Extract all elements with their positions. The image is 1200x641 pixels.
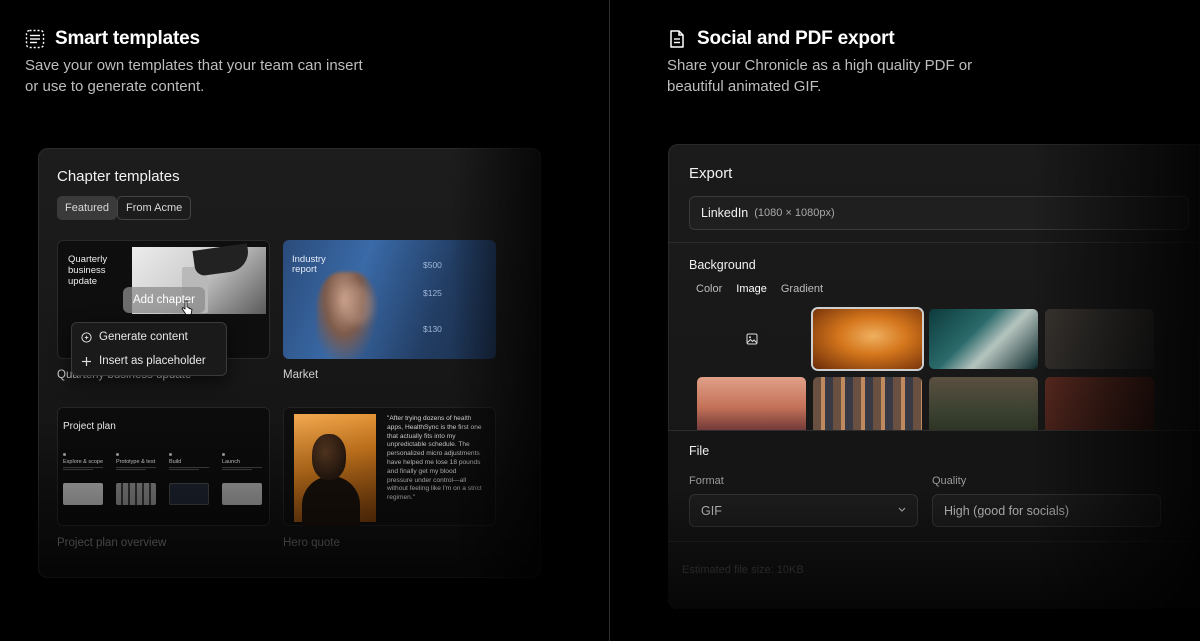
sparkle-icon [81,331,92,343]
hand-cursor-icon [181,300,193,315]
export-title: Export [689,165,733,182]
chip-featured[interactable]: Featured [57,196,118,220]
export-card: Export LinkedIn (1080 × 1080px) Backgrou… [668,144,1200,609]
upload-image-tile[interactable] [697,309,806,369]
export-heading: Social and PDF export [697,28,895,49]
panel-divider [609,0,610,641]
card-title: Chapter templates [57,168,180,185]
template-label-project-plan: Project plan overview [57,537,167,549]
divider [668,242,1200,243]
menu-item-generate-content[interactable]: Generate content [81,331,188,343]
chip-from-acme[interactable]: From Acme [117,196,192,220]
bg-image-teal[interactable] [929,309,1038,369]
image-upload-icon [746,333,757,345]
chevron-down-icon [898,507,906,512]
template-hero-quote[interactable]: "After trying dozens of health apps, Hea… [283,407,496,526]
template-label-market: Market [283,369,319,381]
bg-image-red[interactable] [1045,377,1154,437]
tab-image[interactable]: Image [729,283,774,295]
template-label-hero-quote: Hero quote [283,537,340,549]
menu-item-insert-placeholder[interactable]: Insert as placeholder [81,355,206,367]
plus-icon [82,356,91,366]
smart-templates-header: Smart templates [25,28,200,50]
background-tabs: Color Image Gradient [689,283,830,295]
template-market[interactable]: Industry report $500 $125 $130 [283,240,496,359]
template-project-plan[interactable]: Project plan Explore & scope Prototype &… [57,407,270,526]
format-label: Format [689,475,724,487]
hero-photo [294,414,376,526]
file-title: File [689,444,710,458]
background-title: Background [689,258,756,272]
bg-image-field[interactable] [929,377,1038,437]
estimated-file-size: Estimated file size: 10KB [682,564,804,576]
quality-select[interactable]: High (good for socials) [932,494,1161,527]
smart-templates-heading: Smart templates [55,28,200,49]
bg-image-city[interactable] [697,377,806,437]
document-icon [670,30,684,48]
quality-label: Quality [932,475,967,487]
tab-color[interactable]: Color [689,283,729,295]
file-section: File Format Quality GIF High (good for s… [668,430,1200,609]
export-preset-select[interactable]: LinkedIn (1080 × 1080px) [689,196,1189,230]
list-icon [25,29,45,49]
chapter-action-menu: Generate content Insert as placeholder [71,322,227,376]
bg-image-building[interactable] [813,377,922,437]
bg-image-guitarist[interactable] [813,309,922,369]
export-description: Share your Chronicle as a high quality P… [667,57,973,95]
smart-templates-description: Save your own templates that your team c… [25,57,363,95]
tab-gradient[interactable]: Gradient [774,283,830,295]
export-header: Social and PDF export [667,28,895,50]
format-select[interactable]: GIF [689,494,918,527]
bg-image-dark[interactable] [1045,309,1154,369]
